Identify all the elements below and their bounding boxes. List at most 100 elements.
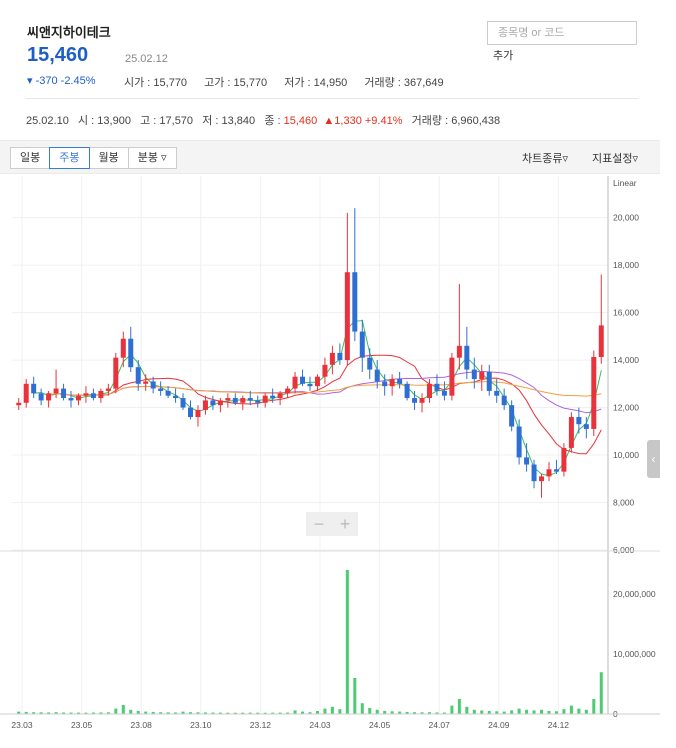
candle-body [105,388,111,391]
price-tick-label: 14,000 [613,355,639,365]
candle-body [270,395,276,399]
open-price: 시가 : 15,770 [124,77,188,89]
volume: 거래량 : 367,649 [364,77,444,89]
ohlc-summary: 시가 : 15,770 고가 : 15,770 저가 : 14,950 거래량 … [124,74,458,90]
candle-body [509,405,515,427]
chart-area[interactable]: 23.03 23.05 23.08 23.10 23.12 24.03 24.05 24.07… [0,176,676,743]
candle-body [98,390,104,399]
low-price: 저가 : 14,950 [284,77,348,89]
quote-date: 25.02.12 [125,53,168,65]
candlestick-chart[interactable]: 23.03 23.05 23.08 23.10 23.12 24.03 24.05 24.07… [0,176,676,743]
candle-body [456,345,462,358]
zoom-in-button[interactable]: + [332,512,358,536]
candle-body [539,476,545,482]
tab-minute[interactable]: 분봉 ▿ [127,147,177,169]
volume-bar [592,699,596,714]
candle-body [83,393,89,396]
volume-bar [368,708,372,714]
candle-body [494,390,500,396]
volume-bar [584,709,588,714]
candle-body [441,390,447,396]
candle-body [531,464,537,482]
candle-body [128,338,134,368]
candle-body [471,369,477,380]
candle-body [307,383,313,387]
candle-body [90,393,96,399]
candle-body [165,390,171,396]
candle-body [591,356,597,429]
candle-body [150,381,156,389]
volume-bar [360,703,364,714]
tab-monthly[interactable]: 월봉 [88,147,129,169]
volume-tick-label: 10,000,000 [613,649,656,659]
candle-body [158,388,164,391]
volume-bar [480,710,484,714]
price-tick-label: 20,000 [613,213,639,223]
tab-weekly[interactable]: 주봉 [49,147,90,169]
candle-body [426,383,432,399]
candle-body [240,398,246,403]
candle-body [389,379,395,387]
chart-toolbar: 일봉 주봉 월봉 분봉 ▿ 차트종류▿ 지표설정▿ [0,140,660,174]
candle-body [449,357,455,396]
volume-bar [323,708,327,714]
volume-bar [457,699,461,714]
price-tick-label: 18,000 [613,260,639,270]
indicator-settings-dropdown[interactable]: 지표설정▿ [592,150,638,166]
hover-date: 25.02.10 [26,115,69,127]
x-tick-label: 23.03 [11,720,33,730]
candle-body [374,369,380,382]
candle-body [583,424,589,429]
candle-body [404,383,410,399]
candle-body [180,398,186,408]
candle-body [255,400,261,403]
candle-body [322,364,328,377]
tab-daily[interactable]: 일봉 [10,147,51,169]
side-panel-toggle-icon[interactable]: ‹ [647,440,660,478]
high-price: 고가 : 15,770 [204,77,268,89]
volume-bar [577,708,581,714]
chart-type-dropdown[interactable]: 차트종류▿ [522,150,568,166]
candle-body [173,395,179,399]
candle-body [225,398,231,401]
candle-body [561,447,567,472]
volume-bar [121,705,125,714]
price-tick-label: 6,000 [613,545,635,555]
hover-candle-info: 25.02.10 시 : 13,900 고 : 17,570 저 : 13,84… [26,112,500,128]
volume-tick-label: 20,000,000 [613,589,656,599]
x-tick-label: 24.07 [429,720,451,730]
stock-chart-widget: 씨앤지하이테크 15,460 25.02.12 ▾ -370 -2.45% 시가… [0,0,676,743]
hover-high: 고 : 17,570 [140,115,194,127]
x-tick-label: 24.12 [548,720,570,730]
volume-bar [472,709,476,714]
candle-body [382,381,388,387]
candle-body [75,395,81,401]
add-button[interactable]: 추가 [493,47,513,63]
stock-name: 씨앤지하이테크 [27,25,111,40]
candle-body [61,388,67,399]
volume-bar [517,708,521,714]
stock-search-input[interactable] [487,21,637,45]
candle-body [412,398,418,403]
candle-body [247,398,253,401]
candle-body [576,417,582,425]
zoom-out-button[interactable]: − [306,512,332,536]
period-tabs: 일봉 주봉 월봉 분봉 ▿ [10,147,177,169]
x-tick-label: 23.08 [131,720,153,730]
candle-body [285,388,291,394]
volume-bar [353,678,357,714]
candle-body [352,272,358,332]
candle-body [262,395,268,403]
divider [26,98,638,99]
volume-bar [293,710,297,714]
volume-bar [510,710,514,714]
candle-body [38,393,44,401]
candle-body [479,371,485,380]
candle-body [195,409,201,418]
stock-header: 씨앤지하이테크 15,460 25.02.12 ▾ -370 -2.45% 시가… [0,0,660,100]
candle-body [486,371,492,391]
candle-body [337,352,343,361]
price-tick-label: 10,000 [613,450,639,460]
candle-body [501,395,507,406]
candle-body [135,367,141,384]
